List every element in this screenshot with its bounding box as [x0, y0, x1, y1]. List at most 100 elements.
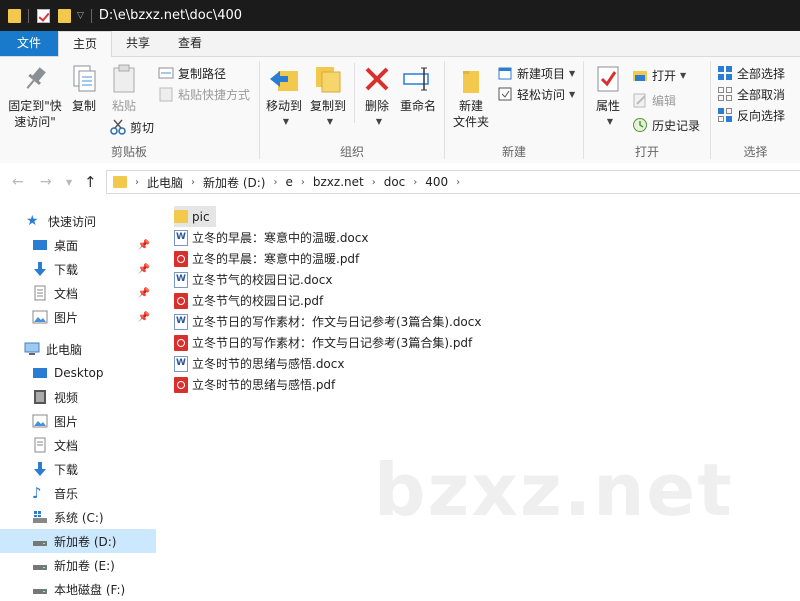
- breadcrumb-400[interactable]: 400: [425, 175, 448, 189]
- copy-to-button[interactable]: 复制到 ▼: [308, 63, 348, 130]
- open-group: 属性 ▼ 打开 ▼ 编辑 历史记录 打开: [584, 57, 710, 163]
- breadcrumb-bzxz[interactable]: bzxz.net: [313, 175, 364, 189]
- sidebar-item-drive-d[interactable]: 新加卷 (D:): [0, 529, 156, 553]
- sidebar-item-quick-access[interactable]: ★ 快速访问: [0, 209, 156, 233]
- sidebar-item-desktop[interactable]: 桌面 📌: [0, 233, 156, 257]
- pin-icon: [19, 63, 51, 95]
- new-item-button[interactable]: 新建项目 ▼: [497, 63, 575, 83]
- select-none-button[interactable]: 全部取消: [717, 84, 785, 104]
- chevron-right-icon[interactable]: ›: [456, 177, 460, 188]
- new-folder-button[interactable]: 新建 文件夹: [451, 63, 491, 130]
- list-item-file[interactable]: 立冬节气的校园日记.docx: [174, 269, 338, 290]
- sidebar-item-drive-f[interactable]: 本地磁盘 (F:): [0, 577, 156, 601]
- tab-view[interactable]: 查看: [164, 31, 216, 56]
- tab-share[interactable]: 共享: [112, 31, 164, 56]
- sidebar-item-downloads[interactable]: 下载 📌: [0, 257, 156, 281]
- new-folder-icon[interactable]: [58, 8, 71, 23]
- breadcrumb-doc[interactable]: doc: [384, 175, 406, 189]
- list-item-file[interactable]: 立冬的早晨：寒意中的温暖.pdf: [174, 248, 365, 269]
- history-button[interactable]: 历史记录: [632, 115, 700, 135]
- rename-button[interactable]: 重命名: [396, 63, 440, 114]
- sidebar-item-pc-pictures[interactable]: 图片: [0, 409, 156, 433]
- sidebar-item-pictures[interactable]: 图片 📌: [0, 305, 156, 329]
- copy-button[interactable]: 复制: [66, 63, 102, 114]
- folder-icon[interactable]: [8, 8, 21, 23]
- sidebar-item-pc-documents[interactable]: 文档: [0, 433, 156, 457]
- chevron-right-icon[interactable]: ›: [273, 177, 277, 188]
- sidebar-item-pc-downloads[interactable]: 下载: [0, 457, 156, 481]
- title-bar: ▽ D:\e\bzxz.net\doc\400: [0, 0, 800, 31]
- sidebar-item-label: 视频: [54, 390, 79, 405]
- pin-icon[interactable]: 📌: [138, 240, 150, 251]
- select-all-button[interactable]: 全部选择: [717, 63, 785, 83]
- pin-icon[interactable]: 📌: [138, 312, 150, 323]
- invert-selection-button[interactable]: 反向选择: [717, 105, 785, 125]
- sidebar-item-this-pc[interactable]: 此电脑: [0, 337, 156, 361]
- up-arrow-icon[interactable]: ↑: [84, 173, 97, 191]
- chevron-right-icon[interactable]: ›: [191, 177, 195, 188]
- cut-button[interactable]: 剪切: [110, 117, 154, 137]
- move-to-button[interactable]: 移动到 ▼: [264, 63, 304, 130]
- pin-quick-access-button[interactable]: 固定到"快 速访问": [6, 63, 64, 130]
- sidebar-item-documents[interactable]: 文档 📌: [0, 281, 156, 305]
- customize-toolbar-icon[interactable]: ▽: [77, 11, 84, 21]
- file-name: pic: [192, 209, 210, 224]
- sidebar-item-label: 桌面: [54, 238, 79, 253]
- drive-icon: [32, 581, 48, 597]
- sidebar-item-label: 此电脑: [46, 342, 83, 357]
- paste-shortcut-button[interactable]: 粘贴快捷方式: [158, 84, 250, 104]
- sidebar-item-label: 图片: [54, 310, 79, 325]
- breadcrumb-this-pc[interactable]: 此电脑: [147, 174, 183, 191]
- easy-access-label: 轻松访问: [517, 87, 566, 102]
- chevron-right-icon[interactable]: ›: [135, 177, 139, 188]
- sidebar-item-drive-e[interactable]: 新加卷 (E:): [0, 553, 156, 577]
- delete-icon: [361, 63, 393, 95]
- star-icon: ★: [26, 213, 39, 229]
- chevron-down-icon: ▼: [569, 68, 576, 78]
- word-document-icon: [174, 229, 188, 246]
- breadcrumb-e[interactable]: e: [285, 175, 292, 189]
- paste-label: 粘贴: [111, 99, 136, 113]
- list-item-file[interactable]: 立冬节日的写作素材：作文与日记参考(3篇合集).pdf: [174, 332, 478, 353]
- sidebar-item-videos[interactable]: 视频: [0, 385, 156, 409]
- open-button[interactable]: 打开 ▼: [632, 65, 686, 85]
- pin-icon[interactable]: 📌: [138, 288, 150, 299]
- copy-path-button[interactable]: 复制路径: [158, 63, 226, 83]
- back-arrow-icon[interactable]: ←: [12, 174, 24, 190]
- desktop-icon: [32, 237, 48, 253]
- list-item-file[interactable]: 立冬时节的思绪与感悟.docx: [174, 353, 350, 374]
- list-item-file[interactable]: 立冬节气的校园日记.pdf: [174, 290, 329, 311]
- properties-button[interactable]: 属性 ▼: [590, 63, 626, 130]
- organize-group-label: 组织: [339, 145, 364, 159]
- paste-button[interactable]: 粘贴: [106, 63, 142, 114]
- rename-label: 重命名: [399, 99, 436, 113]
- address-bar[interactable]: › 此电脑 › 新加卷 (D:) › e › bzxz.net › doc › …: [106, 170, 800, 194]
- list-item-file[interactable]: 立冬节日的写作素材：作文与日记参考(3篇合集).docx: [174, 311, 487, 332]
- file-name: 立冬节气的校园日记.docx: [192, 273, 333, 287]
- chevron-right-icon[interactable]: ›: [413, 177, 417, 188]
- delete-button[interactable]: 删除 ▼: [360, 63, 394, 130]
- document-icon: [32, 437, 48, 453]
- recent-locations-icon[interactable]: ▼: [66, 178, 72, 187]
- edit-button[interactable]: 编辑: [632, 90, 676, 110]
- list-item-file[interactable]: 立冬时节的思绪与感悟.pdf: [174, 374, 341, 395]
- tab-file[interactable]: 文件: [0, 31, 58, 56]
- file-name: 立冬节气的校园日记.pdf: [192, 294, 324, 308]
- ribbon: 固定到"快 速访问" 复制 粘贴 复制路径 粘贴快捷方式 剪切 剪贴板 移动到 …: [0, 57, 800, 164]
- list-item-folder-pic[interactable]: pic: [174, 206, 216, 227]
- sidebar-item-pc-desktop[interactable]: Desktop: [0, 361, 156, 385]
- tab-home[interactable]: 主页: [58, 31, 113, 57]
- chevron-down-icon: ▼: [282, 117, 290, 126]
- pin-icon[interactable]: 📌: [138, 264, 150, 275]
- chevron-right-icon[interactable]: ›: [372, 177, 376, 188]
- chevron-right-icon[interactable]: ›: [301, 177, 305, 188]
- delete-label: 删除: [364, 99, 389, 113]
- list-item-file[interactable]: 立冬的早晨：寒意中的温暖.docx: [174, 227, 374, 248]
- properties-icon[interactable]: [37, 8, 50, 23]
- sidebar-item-music[interactable]: ♪ 音乐: [0, 481, 156, 505]
- easy-access-button[interactable]: 轻松访问 ▼: [497, 84, 575, 104]
- forward-arrow-icon[interactable]: →: [40, 174, 52, 190]
- sidebar-item-drive-c[interactable]: 系统 (C:): [0, 505, 156, 529]
- video-icon: [32, 389, 48, 405]
- breadcrumb-drive-d[interactable]: 新加卷 (D:): [203, 174, 265, 191]
